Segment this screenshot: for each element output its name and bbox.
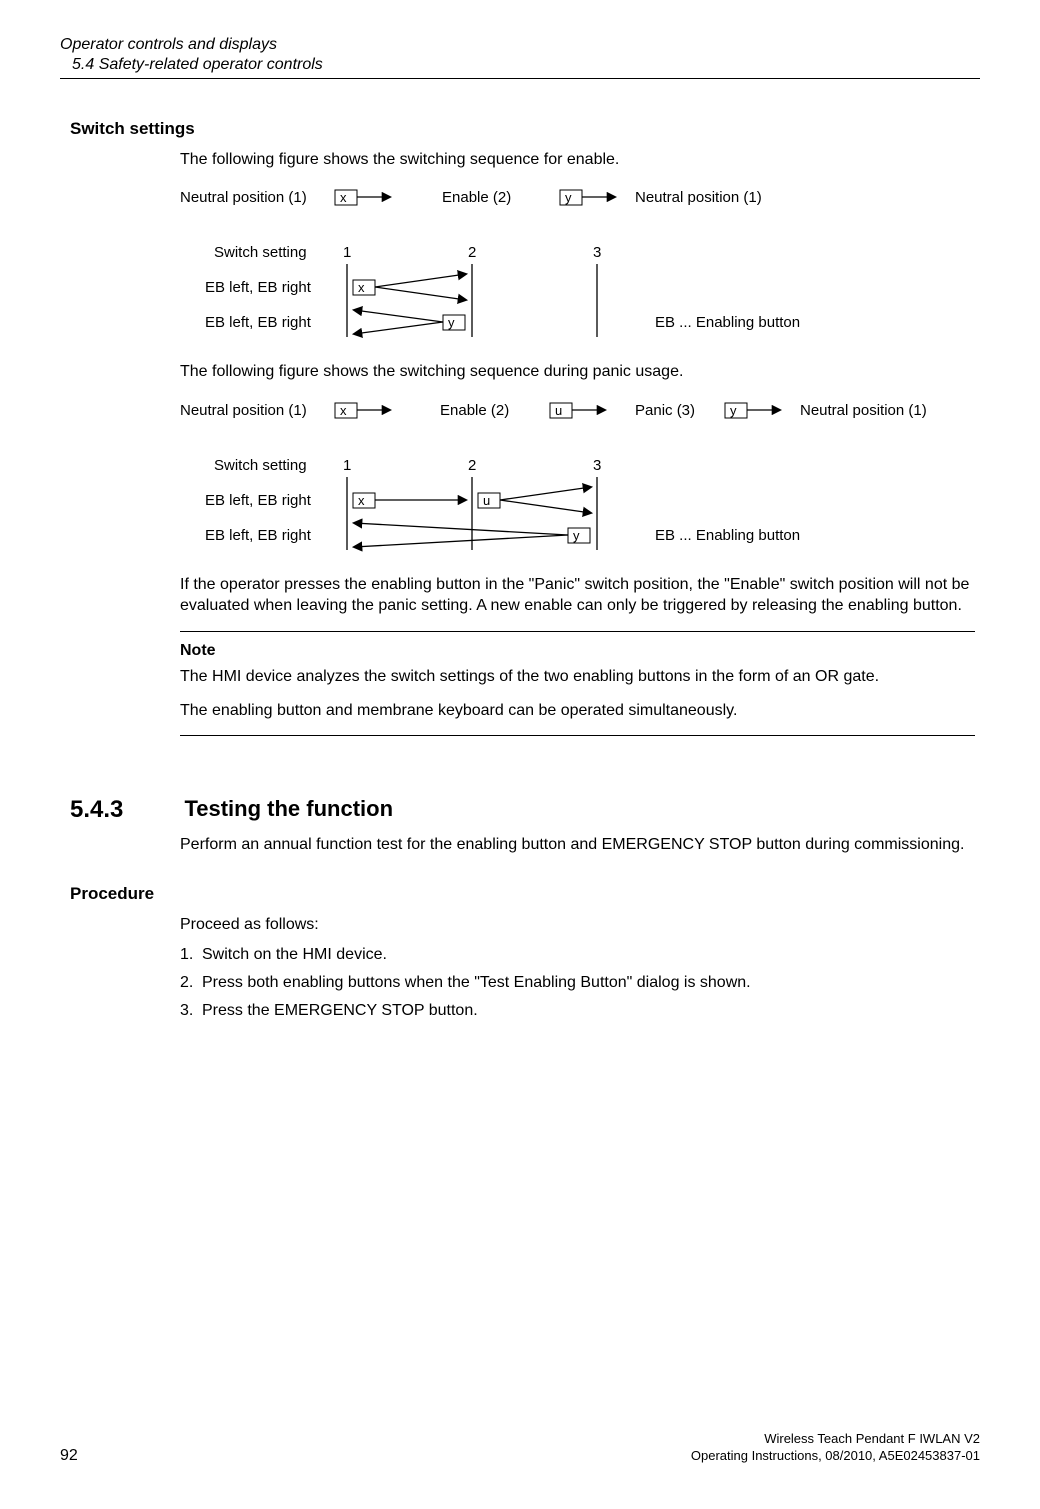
svg-text:EB ... Enabling button: EB ... Enabling button bbox=[655, 527, 800, 544]
procedure-list: 1.Switch on the HMI device. 2.Press both… bbox=[180, 941, 975, 1025]
note-p2: The enabling button and membrane keyboar… bbox=[180, 700, 975, 722]
svg-text:Enable (2): Enable (2) bbox=[442, 189, 511, 206]
svg-text:y: y bbox=[448, 315, 455, 330]
svg-text:u: u bbox=[483, 493, 490, 508]
svg-text:x: x bbox=[340, 403, 347, 418]
svg-text:2: 2 bbox=[468, 244, 476, 261]
para-intro-1: The following figure shows the switching… bbox=[180, 149, 975, 171]
svg-text:EB ... Enabling button: EB ... Enabling button bbox=[655, 314, 800, 331]
svg-text:Switch setting: Switch setting bbox=[214, 244, 307, 261]
svg-text:x: x bbox=[358, 280, 365, 295]
svg-text:Neutral position (1): Neutral position (1) bbox=[800, 402, 927, 419]
step-text: Press the EMERGENCY STOP button. bbox=[202, 1002, 478, 1019]
para-after-figs: If the operator presses the enabling but… bbox=[180, 574, 975, 617]
svg-text:EB left, EB right: EB left, EB right bbox=[205, 527, 312, 544]
svg-text:2: 2 bbox=[468, 457, 476, 474]
svg-text:Neutral position (1): Neutral position (1) bbox=[180, 402, 307, 419]
step-text: Switch on the HMI device. bbox=[202, 946, 387, 963]
page-footer: 92 Wireless Teach Pendant F IWLAN V2 Ope… bbox=[60, 1430, 980, 1465]
svg-text:EB left, EB right: EB left, EB right bbox=[205, 314, 312, 331]
svg-text:y: y bbox=[565, 190, 572, 205]
list-item: 1.Switch on the HMI device. bbox=[180, 941, 975, 969]
svg-text:1: 1 bbox=[343, 457, 351, 474]
section-5-4-3: 5.4.3 Testing the function bbox=[70, 796, 975, 824]
footer-line-2: Operating Instructions, 08/2010, A5E0245… bbox=[691, 1447, 980, 1465]
note-rule-top bbox=[180, 631, 975, 632]
header-title: Operator controls and displays bbox=[60, 34, 980, 56]
header-subtitle: 5.4 Safety-related operator controls bbox=[60, 56, 980, 74]
svg-text:Panic (3): Panic (3) bbox=[635, 402, 695, 419]
list-item: 2.Press both enabling buttons when the "… bbox=[180, 969, 975, 997]
step-text: Press both enabling buttons when the "Te… bbox=[202, 974, 751, 991]
header-rule bbox=[60, 78, 980, 79]
step-number: 3. bbox=[180, 1002, 202, 1020]
svg-text:Neutral position (1): Neutral position (1) bbox=[635, 189, 762, 206]
step-number: 2. bbox=[180, 974, 202, 992]
svg-text:3: 3 bbox=[593, 457, 601, 474]
svg-text:EB left, EB right: EB left, EB right bbox=[205, 279, 312, 296]
note-rule-bottom bbox=[180, 735, 975, 736]
svg-text:1: 1 bbox=[343, 244, 351, 261]
svg-text:y: y bbox=[730, 403, 737, 418]
page-number: 92 bbox=[60, 1447, 78, 1465]
svg-text:x: x bbox=[358, 493, 365, 508]
diagram-panic-sequence: Neutral position (1) x Enable (2) u Pani… bbox=[180, 395, 975, 560]
svg-text:Neutral position (1): Neutral position (1) bbox=[180, 189, 307, 206]
svg-text:3: 3 bbox=[593, 244, 601, 261]
section-543-intro: Perform an annual function test for the … bbox=[180, 834, 975, 856]
page-header: Operator controls and displays 5.4 Safet… bbox=[60, 34, 980, 79]
note-label: Note bbox=[180, 642, 975, 660]
para-intro-2: The following figure shows the switching… bbox=[180, 361, 975, 383]
footer-line-1: Wireless Teach Pendant F IWLAN V2 bbox=[691, 1430, 980, 1448]
svg-text:x: x bbox=[340, 190, 347, 205]
step-number: 1. bbox=[180, 946, 202, 964]
diagram-enable-sequence: Neutral position (1) x Enable (2) y Neut… bbox=[180, 182, 975, 347]
svg-text:Enable (2): Enable (2) bbox=[440, 402, 509, 419]
svg-text:u: u bbox=[555, 403, 562, 418]
svg-text:Switch setting: Switch setting bbox=[214, 457, 307, 474]
procedure-heading: Procedure bbox=[70, 884, 975, 904]
section-title: Testing the function bbox=[184, 796, 393, 822]
svg-text:y: y bbox=[573, 528, 580, 543]
switch-settings-heading: Switch settings bbox=[70, 119, 975, 139]
note-p1: The HMI device analyzes the switch setti… bbox=[180, 666, 975, 688]
list-item: 3.Press the EMERGENCY STOP button. bbox=[180, 997, 975, 1025]
section-number: 5.4.3 bbox=[70, 796, 180, 824]
procedure-intro: Proceed as follows: bbox=[180, 914, 975, 936]
svg-text:EB left, EB right: EB left, EB right bbox=[205, 492, 312, 509]
